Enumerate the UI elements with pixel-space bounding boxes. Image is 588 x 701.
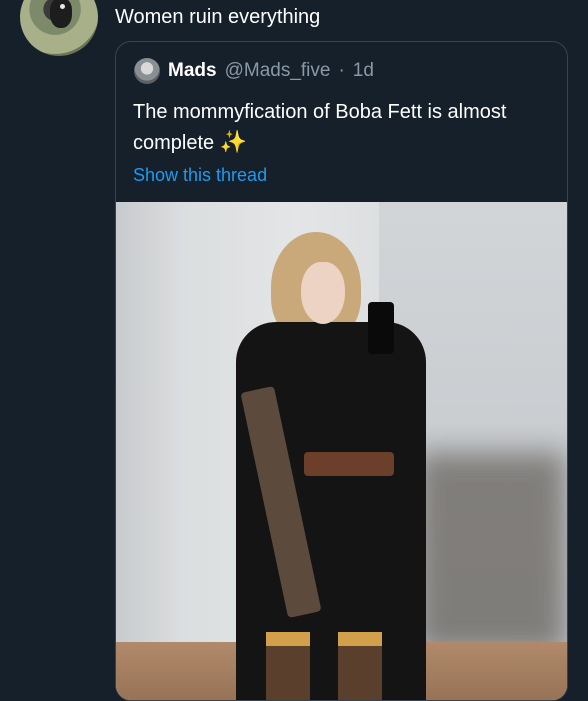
quoted-tweet-header: Mads @Mads_five · 1d	[134, 58, 374, 84]
quoted-author-name[interactable]: Mads	[168, 60, 217, 82]
quoted-author-handle[interactable]: @Mads_five	[225, 60, 331, 82]
photo-boot-left	[266, 632, 310, 700]
tweet-photo[interactable]	[116, 202, 567, 700]
photo-door	[116, 202, 176, 700]
quoted-author-avatar[interactable]	[134, 58, 160, 84]
show-thread-link[interactable]: Show this thread	[133, 165, 267, 186]
bird-eye	[60, 4, 65, 9]
photo-phone	[368, 302, 394, 354]
tweet-text: Women ruin everything	[115, 6, 321, 28]
user-avatar[interactable]	[20, 0, 98, 56]
photo-blurred-area	[416, 452, 566, 652]
quoted-tweet-text: The mommyfication of Boba Fett is almost…	[133, 101, 507, 154]
header-separator: ·	[338, 60, 345, 81]
quoted-tweet-card[interactable]: Mads @Mads_five · 1d The mommyfication o…	[115, 41, 568, 701]
photo-bodysuit	[236, 322, 426, 700]
photo-boot-right	[338, 632, 382, 700]
photo-belt	[304, 452, 394, 476]
quoted-tweet-body: The mommyfication of Boba Fett is almost…	[133, 98, 553, 158]
quoted-tweet-time[interactable]: 1d	[353, 60, 374, 82]
photo-face	[301, 262, 345, 324]
sparkles-emoji: ✨	[219, 129, 248, 154]
